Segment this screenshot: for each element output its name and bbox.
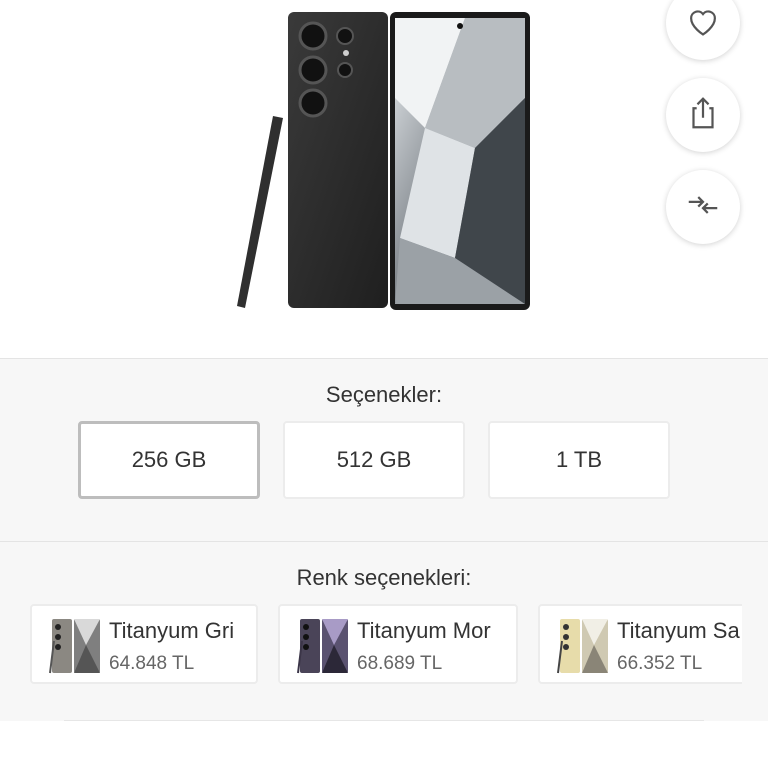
color-options: Titanyum Gri 64.848 TL Titanyum Mor 68.6…: [30, 604, 742, 684]
favorite-button[interactable]: [666, 0, 740, 60]
color-price: 64.848 TL: [109, 653, 195, 674]
section-divider: [64, 720, 704, 721]
storage-option-512gb[interactable]: 512 GB: [283, 421, 465, 499]
color-options-title: Renk seçenekleri:: [296, 565, 472, 590]
compare-arrows-icon: [684, 186, 722, 229]
product-hero: [0, 0, 768, 358]
share-button[interactable]: [666, 78, 740, 152]
color-name: Titanyum Gri: [109, 618, 235, 643]
compare-button[interactable]: [666, 170, 740, 244]
storage-option-1tb[interactable]: 1 TB: [488, 421, 670, 499]
storage-option-256gb[interactable]: 256 GB: [78, 421, 260, 499]
divider: [0, 541, 768, 542]
color-name: Titanyum Mor: [357, 618, 491, 643]
color-swatch-image: [557, 619, 608, 674]
color-option-titanyum-sari[interactable]: Titanyum Sa 66.352 TL: [538, 604, 742, 684]
color-swatch-image: [297, 619, 348, 674]
color-option-titanyum-gri[interactable]: Titanyum Gri 64.848 TL: [30, 604, 258, 684]
color-swatch-image: [49, 619, 100, 674]
share-icon: [684, 94, 722, 137]
product-image[interactable]: [225, 8, 537, 314]
color-option-titanyum-mor[interactable]: Titanyum Mor 68.689 TL: [278, 604, 518, 684]
color-price: 66.352 TL: [617, 653, 703, 674]
storage-options-title: Seçenekler:: [325, 382, 443, 407]
color-price: 68.689 TL: [357, 653, 443, 674]
options-panel: Seçenekler: 256 GB 512 GB 1 TB Renk seçe…: [0, 358, 768, 721]
heart-icon: [684, 2, 722, 45]
color-name: Titanyum Sa: [617, 618, 740, 643]
